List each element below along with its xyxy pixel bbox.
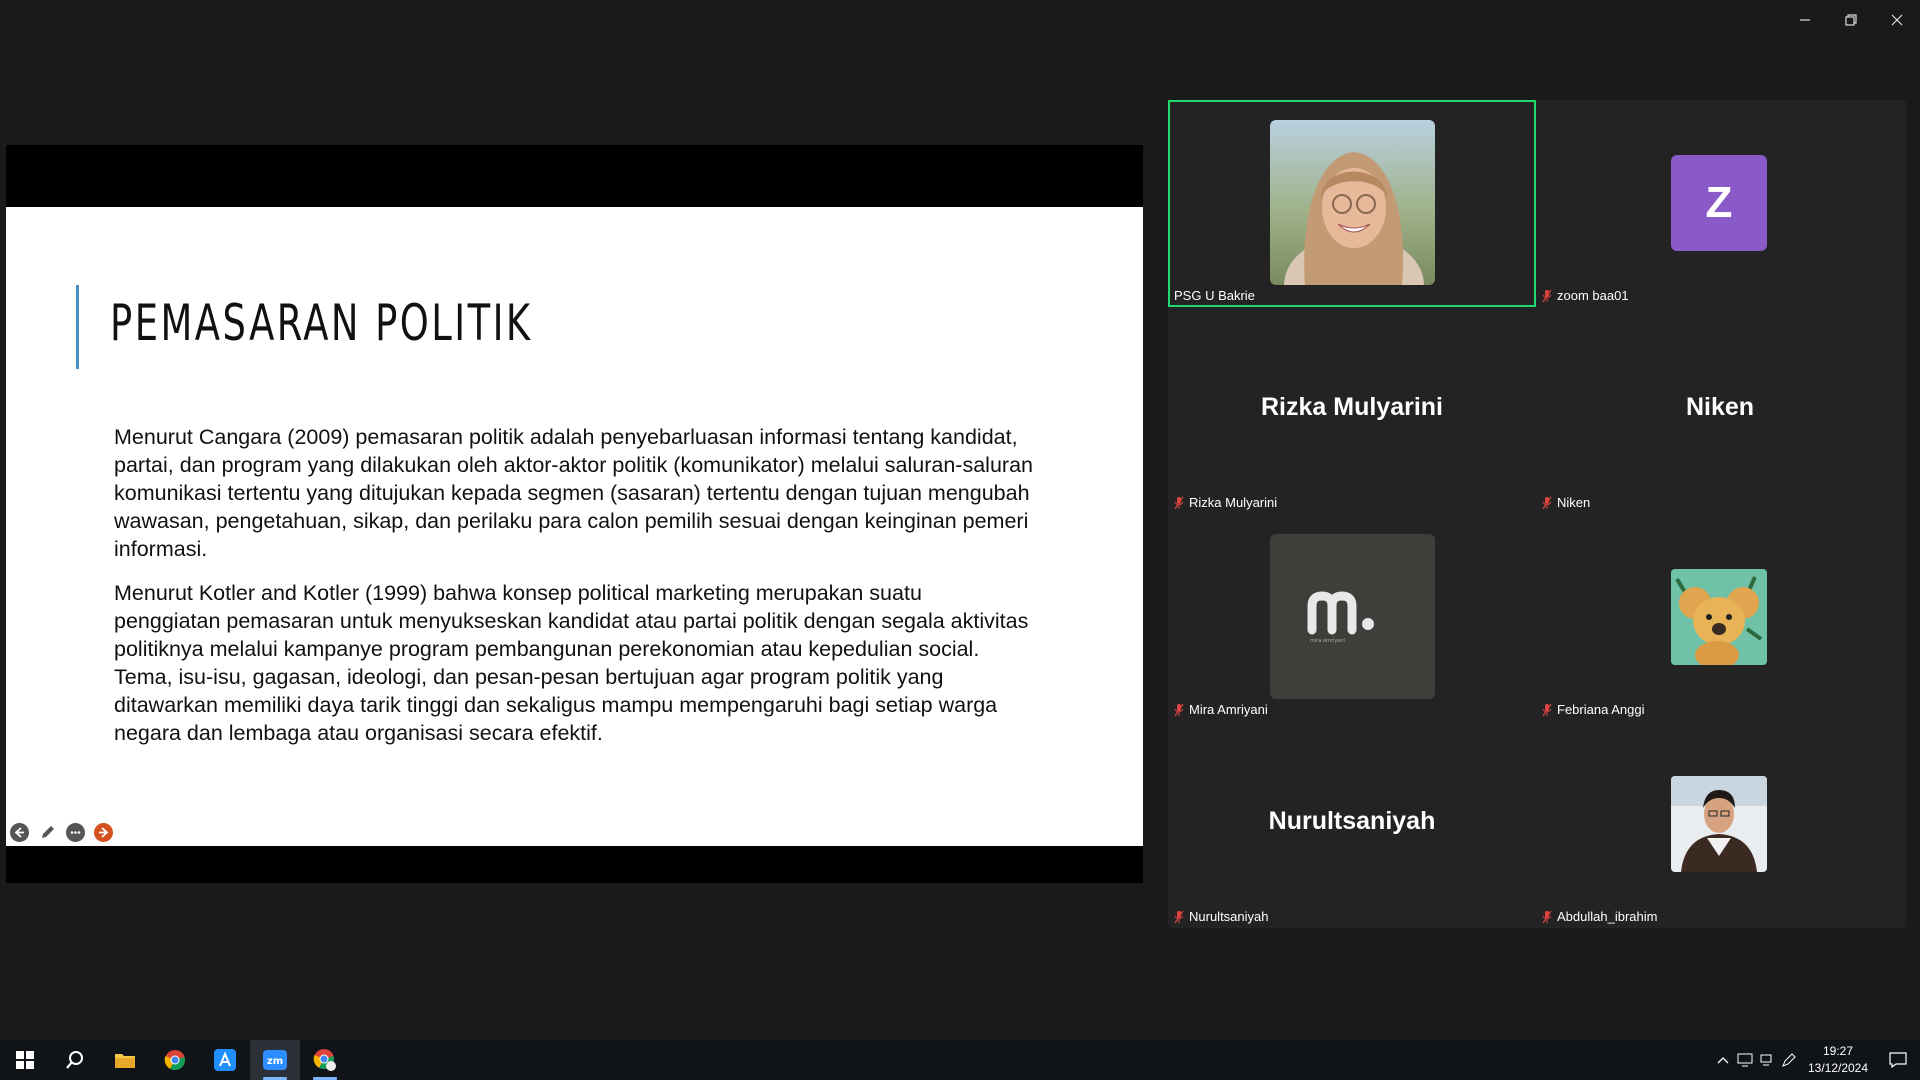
muted-mic-icon: [1542, 496, 1552, 509]
participant-name-label: Rizka Mulyarini: [1174, 495, 1277, 510]
participant-display-name: Niken: [1685, 393, 1755, 421]
participant-avatar-image: [1671, 569, 1767, 665]
participant-name: Niken: [1557, 495, 1591, 510]
participant-name-label: Niken: [1542, 495, 1590, 510]
shared-screen: PEMASARAN POLITIK Menurut Cangara (2009)…: [6, 145, 1143, 883]
participant-name: Nurultsaniyah: [1189, 909, 1269, 924]
app-store-icon: [214, 1049, 236, 1071]
title-accent-bar: [76, 285, 79, 369]
svg-text:zm: zm: [267, 1056, 283, 1067]
chrome-icon: [164, 1050, 185, 1071]
participant-name-label: Nurultsaniyah: [1174, 909, 1269, 924]
participant-name-label: PSG U Bakrie: [1174, 288, 1255, 303]
muted-mic-icon: [1174, 496, 1184, 509]
restore-button[interactable]: [1828, 0, 1874, 40]
muted-mic-icon: [1174, 703, 1184, 716]
slide-paragraph-1: Menurut Cangara (2009) pemasaran politik…: [114, 425, 1033, 561]
slideshow-toolbar: [10, 823, 113, 842]
close-icon: [1891, 14, 1903, 26]
muted-mic-icon: [1542, 703, 1552, 716]
svg-text:mira amriyani: mira amriyani: [1310, 638, 1345, 644]
next-slide-button[interactable]: [94, 823, 113, 842]
participant-video: [1270, 120, 1435, 285]
previous-slide-button[interactable]: [10, 823, 29, 842]
participant-tile[interactable]: Febriana Anggi: [1536, 514, 1904, 721]
more-options-button[interactable]: [66, 823, 85, 842]
participant-name-label: Mira Amriyani: [1174, 702, 1268, 717]
app-store-button[interactable]: [200, 1040, 250, 1080]
start-icon: [16, 1051, 34, 1069]
taskbar: zm 19:27 13/12/2024: [0, 1040, 1920, 1080]
participant-name: Mira Amriyani: [1189, 702, 1268, 717]
tray-app-button[interactable]: [1734, 1040, 1756, 1080]
participant-name: Rizka Mulyarini: [1189, 495, 1278, 510]
minimize-icon: [1800, 19, 1810, 21]
chrome-profile-icon: [313, 1049, 336, 1071]
close-button[interactable]: [1874, 0, 1920, 40]
participant-name-label: Abdullah_ibrahim: [1542, 909, 1657, 924]
slide-title: PEMASARAN POLITIK: [110, 294, 533, 352]
arrow-right-icon: [99, 827, 109, 838]
pen-workspace-button[interactable]: [1778, 1040, 1800, 1080]
participant-tile[interactable]: Niken Niken: [1536, 307, 1904, 514]
search-button[interactable]: [50, 1040, 100, 1080]
pen-icon: [42, 826, 54, 838]
participant-logo-avatar: mira amriyani: [1270, 534, 1435, 699]
participant-gallery: PSG U Bakrie Z zoom baa01 Rizka Mulyarin…: [1168, 100, 1906, 928]
clock-date: 13/12/2024: [1807, 1061, 1869, 1075]
search-icon: [66, 1051, 83, 1069]
notification-center-button[interactable]: [1876, 1040, 1920, 1080]
participant-tile[interactable]: Nurultsaniyah Nurultsaniyah: [1168, 721, 1536, 928]
participant-name-label: zoom baa01: [1542, 288, 1629, 303]
presentation-slide: PEMASARAN POLITIK Menurut Cangara (2009)…: [6, 207, 1143, 846]
participant-name: Febriana Anggi: [1557, 702, 1645, 717]
muted-mic-icon: [1542, 910, 1552, 923]
participant-name: Abdullah_ibrahim: [1557, 909, 1658, 924]
slide-paragraph-2: Menurut Kotler and Kotler (1999) bahwa k…: [114, 581, 1029, 745]
start-button[interactable]: [0, 1040, 50, 1080]
participant-tile[interactable]: mira amriyani Mira Amriyani: [1168, 514, 1536, 721]
minimize-button[interactable]: [1782, 0, 1828, 40]
chrome-profile-button[interactable]: [300, 1040, 350, 1080]
file-explorer-icon: [115, 1054, 135, 1068]
pen-tool-button[interactable]: [38, 823, 57, 842]
network-button[interactable]: [1756, 1040, 1778, 1080]
participant-name: zoom baa01: [1557, 288, 1629, 303]
notification-icon: [1889, 1052, 1907, 1068]
network-icon: [1760, 1054, 1772, 1066]
participant-name: PSG U Bakrie: [1174, 288, 1255, 303]
zoom-button[interactable]: zm: [250, 1040, 300, 1080]
zoom-icon: zm: [263, 1050, 287, 1070]
muted-mic-icon: [1174, 910, 1184, 923]
monitor-icon: [1737, 1053, 1753, 1067]
system-tray: 19:27 13/12/2024: [1712, 1040, 1920, 1080]
chevron-up-icon: [1717, 1057, 1729, 1064]
participant-display-name: Nurultsaniyah: [1268, 807, 1436, 835]
chrome-button[interactable]: [150, 1040, 200, 1080]
pen-workspace-icon: [1782, 1053, 1796, 1067]
participant-display-name: Rizka Mulyarini: [1261, 393, 1443, 421]
slide-body: Menurut Cangara (2009) pemasaran politik…: [114, 423, 1034, 763]
muted-mic-icon: [1542, 289, 1552, 302]
participant-tile[interactable]: Abdullah_ibrahim: [1536, 721, 1904, 928]
participant-tile[interactable]: PSG U Bakrie: [1168, 100, 1536, 307]
show-hidden-icons-button[interactable]: [1712, 1040, 1734, 1080]
participant-tile[interactable]: Rizka Mulyarini Rizka Mulyarini: [1168, 307, 1536, 514]
clock[interactable]: 19:27 13/12/2024: [1800, 1043, 1876, 1077]
participant-avatar-image: [1671, 776, 1767, 872]
window-controls: [1782, 0, 1920, 40]
restore-icon: [1845, 14, 1857, 26]
clock-time: 19:27: [1822, 1044, 1854, 1058]
ellipsis-icon: [70, 831, 81, 834]
arrow-left-icon: [14, 827, 24, 838]
participant-tile[interactable]: Z zoom baa01: [1536, 100, 1904, 307]
avatar-initial: Z: [1671, 155, 1767, 251]
file-explorer-button[interactable]: [100, 1040, 150, 1080]
participant-name-label: Febriana Anggi: [1542, 702, 1644, 717]
